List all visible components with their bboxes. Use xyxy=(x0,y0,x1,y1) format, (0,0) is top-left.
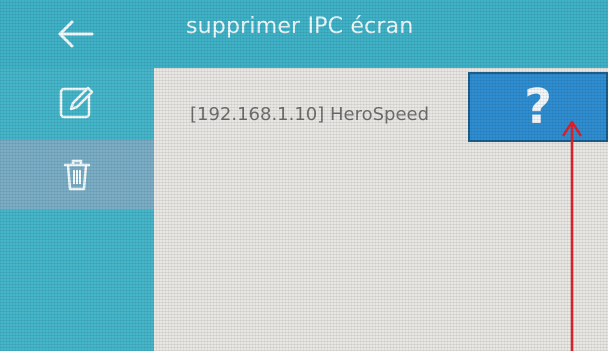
device-screen: supprimer IPC écran [192.168.1.10] HeroS… xyxy=(0,0,608,351)
ipc-item-label: [192.168.1.10] HeroSpeed xyxy=(190,104,430,125)
header-bar: supprimer IPC écran xyxy=(0,0,608,68)
red-arrow-up-icon xyxy=(561,120,583,351)
sidebar xyxy=(0,68,154,351)
ipc-list-panel: [192.168.1.10] HeroSpeed ? xyxy=(154,68,608,351)
trash-icon xyxy=(63,159,91,191)
page-title: supprimer IPC écran xyxy=(186,14,414,39)
arrow-left-icon xyxy=(58,20,94,48)
back-button[interactable] xyxy=(40,10,110,58)
sidebar-item-delete[interactable] xyxy=(0,140,154,210)
question-mark-icon: ? xyxy=(524,79,552,135)
sidebar-item-edit[interactable] xyxy=(0,68,154,138)
edit-icon xyxy=(59,86,94,119)
help-button[interactable]: ? xyxy=(468,72,608,142)
